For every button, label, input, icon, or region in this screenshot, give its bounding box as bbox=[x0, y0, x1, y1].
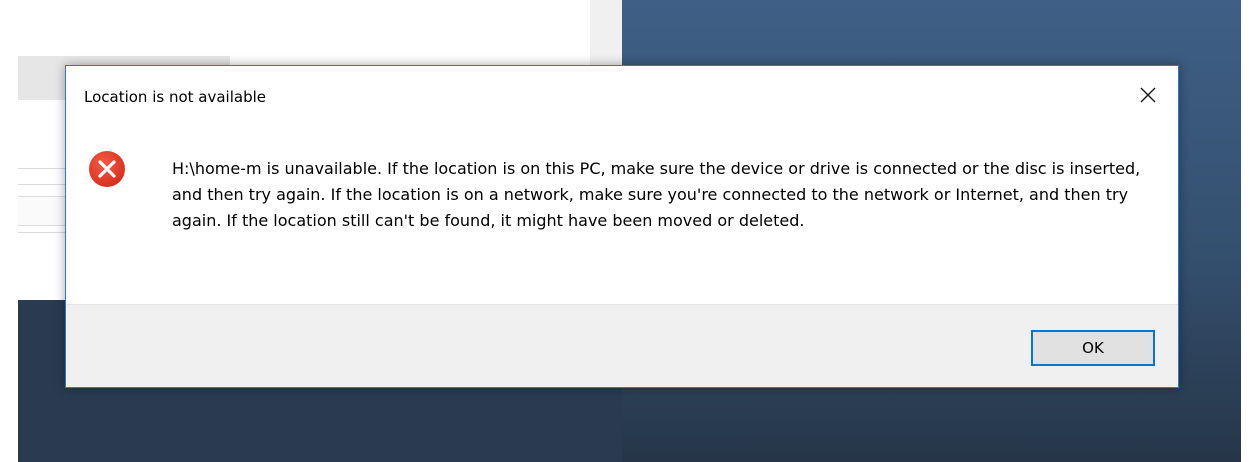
screen-edge bbox=[1241, 0, 1259, 462]
dialog-title-bar: Location is not available bbox=[66, 66, 1178, 132]
error-icon bbox=[88, 150, 126, 188]
dialog-title: Location is not available bbox=[84, 88, 266, 106]
close-icon bbox=[1140, 87, 1156, 103]
close-button[interactable] bbox=[1130, 80, 1166, 110]
dialog-footer: OK bbox=[66, 304, 1178, 387]
ok-button[interactable]: OK bbox=[1031, 330, 1155, 366]
dialog-content: H:\home-m is unavailable. If the locatio… bbox=[66, 132, 1178, 304]
error-dialog: Location is not available H:\home-m is u… bbox=[65, 65, 1179, 388]
dialog-message: H:\home-m is unavailable. If the locatio… bbox=[172, 159, 1141, 230]
